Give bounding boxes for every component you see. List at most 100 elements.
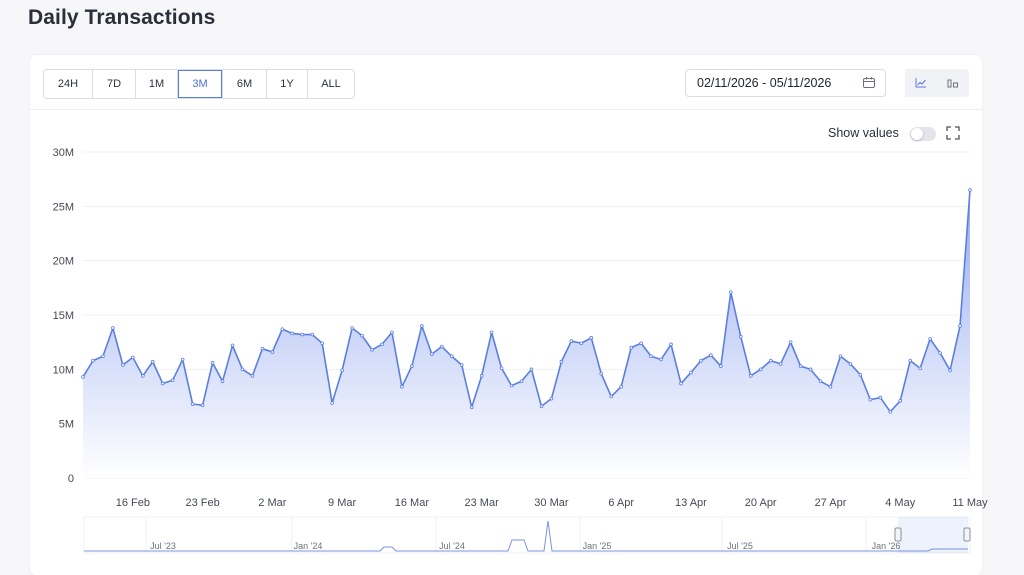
data-point[interactable] xyxy=(758,367,763,372)
data-point[interactable] xyxy=(719,364,723,368)
data-point[interactable] xyxy=(420,324,424,328)
data-point[interactable] xyxy=(190,402,195,406)
data-point[interactable] xyxy=(529,367,534,372)
data-point[interactable] xyxy=(828,384,833,389)
data-point[interactable] xyxy=(250,374,255,378)
data-point[interactable] xyxy=(579,341,584,346)
data-point[interactable] xyxy=(270,350,275,354)
data-point[interactable] xyxy=(290,331,295,336)
data-point[interactable] xyxy=(400,384,404,389)
data-point[interactable] xyxy=(170,378,175,383)
data-point[interactable] xyxy=(808,367,813,372)
data-point[interactable] xyxy=(778,362,783,366)
data-point[interactable] xyxy=(798,364,803,368)
data-point[interactable] xyxy=(370,347,374,352)
data-point[interactable] xyxy=(669,342,673,347)
data-point[interactable] xyxy=(838,354,843,359)
data-point[interactable] xyxy=(958,324,962,328)
x-tick-label: 13 Apr xyxy=(675,497,707,509)
x-tick-label: 6 Apr xyxy=(608,497,634,509)
data-point[interactable] xyxy=(449,354,454,359)
data-point[interactable] xyxy=(489,330,494,335)
data-point[interactable] xyxy=(938,351,942,355)
data-point[interactable] xyxy=(499,366,504,371)
data-point[interactable] xyxy=(210,361,215,365)
data-point[interactable] xyxy=(519,379,524,384)
data-point[interactable] xyxy=(968,188,972,192)
navigator-left-handle[interactable] xyxy=(894,527,902,542)
data-point[interactable] xyxy=(390,330,394,335)
data-point[interactable] xyxy=(439,344,444,349)
data-point[interactable] xyxy=(101,354,105,359)
data-point[interactable] xyxy=(150,359,155,364)
data-point[interactable] xyxy=(609,394,614,399)
data-point[interactable] xyxy=(858,372,863,377)
data-point[interactable] xyxy=(888,409,893,414)
data-point[interactable] xyxy=(559,359,564,364)
data-point[interactable] xyxy=(430,352,434,356)
navigator-selection[interactable] xyxy=(898,517,968,553)
data-point[interactable] xyxy=(240,367,245,372)
data-point[interactable] xyxy=(788,340,793,344)
data-point[interactable] xyxy=(539,404,544,409)
data-point[interactable] xyxy=(659,357,663,362)
data-point[interactable] xyxy=(918,366,922,371)
data-point[interactable] xyxy=(380,342,384,347)
data-point[interactable] xyxy=(768,358,773,363)
data-point[interactable] xyxy=(220,379,225,384)
y-tick-label: 15M xyxy=(53,310,74,322)
data-point[interactable] xyxy=(81,375,85,379)
data-point[interactable] xyxy=(848,362,853,366)
data-point[interactable] xyxy=(469,405,474,410)
data-point[interactable] xyxy=(230,343,235,348)
data-point[interactable] xyxy=(91,358,95,363)
y-tick-label: 0 xyxy=(68,473,74,485)
data-point[interactable] xyxy=(310,332,315,337)
data-point[interactable] xyxy=(878,395,883,400)
data-point[interactable] xyxy=(280,327,285,331)
time-navigator[interactable]: Jul '23 Jan '24 Jul '24 Jan '25 Jul '25 Jan '… xyxy=(83,516,971,554)
data-point[interactable] xyxy=(729,290,733,294)
data-point[interactable] xyxy=(818,379,823,384)
data-point[interactable] xyxy=(868,397,873,402)
data-point[interactable] xyxy=(320,341,324,346)
data-point[interactable] xyxy=(111,326,115,330)
data-point[interactable] xyxy=(410,364,414,368)
data-point[interactable] xyxy=(709,353,713,358)
data-point[interactable] xyxy=(260,346,265,351)
data-point[interactable] xyxy=(340,368,344,373)
data-point[interactable] xyxy=(360,333,364,338)
data-point[interactable] xyxy=(300,332,305,337)
data-point[interactable] xyxy=(121,363,125,367)
data-point[interactable] xyxy=(509,383,514,388)
data-point[interactable] xyxy=(200,403,205,407)
data-point[interactable] xyxy=(639,341,643,346)
data-point[interactable] xyxy=(459,363,464,367)
data-point[interactable] xyxy=(350,326,354,330)
data-point[interactable] xyxy=(629,345,633,350)
data-point[interactable] xyxy=(549,396,554,401)
data-point[interactable] xyxy=(898,399,903,403)
data-point[interactable] xyxy=(589,336,594,340)
data-point[interactable] xyxy=(619,384,623,389)
data-point[interactable] xyxy=(738,334,743,339)
data-point[interactable] xyxy=(649,354,653,359)
data-point[interactable] xyxy=(569,339,574,343)
data-point[interactable] xyxy=(160,381,165,386)
data-point[interactable] xyxy=(140,374,145,378)
transactions-series xyxy=(81,188,972,478)
data-point[interactable] xyxy=(748,374,753,378)
data-point[interactable] xyxy=(689,370,693,375)
data-point[interactable] xyxy=(679,381,683,386)
data-point[interactable] xyxy=(948,368,952,373)
data-point[interactable] xyxy=(180,357,185,362)
data-point[interactable] xyxy=(599,371,604,376)
navigator-label: Jan '26 xyxy=(872,541,901,551)
data-point[interactable] xyxy=(928,337,932,341)
data-point[interactable] xyxy=(131,355,135,360)
navigator-right-handle[interactable] xyxy=(963,527,971,542)
data-point[interactable] xyxy=(699,358,703,363)
data-point[interactable] xyxy=(908,358,913,363)
data-point[interactable] xyxy=(330,401,334,405)
data-point[interactable] xyxy=(479,374,484,378)
